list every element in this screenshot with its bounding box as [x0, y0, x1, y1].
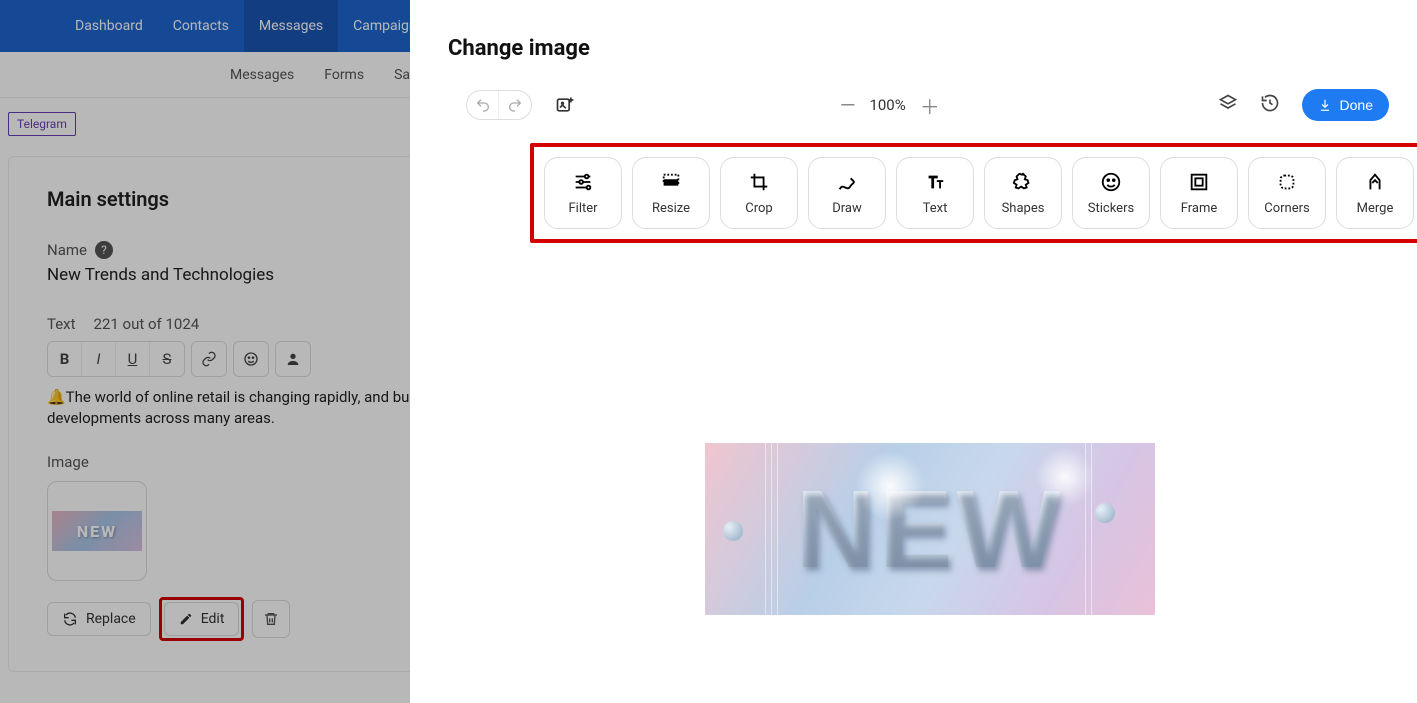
frame-icon	[1188, 171, 1210, 193]
nav-dashboard[interactable]: Dashboard	[60, 0, 158, 52]
image-editor-panel: Change image — 100% ＋	[410, 0, 1417, 703]
strike-button[interactable]: S	[150, 342, 184, 376]
tool-frame[interactable]: Frame	[1160, 157, 1238, 229]
tool-stickers[interactable]: Stickers	[1072, 157, 1150, 229]
tool-corners[interactable]: Corners	[1248, 157, 1326, 229]
editor-toolbar: — 100% ＋ Done	[410, 61, 1417, 121]
canvas-text: NEW	[796, 466, 1065, 593]
bold-button[interactable]: B	[48, 342, 82, 376]
edit-button[interactable]: Edit	[164, 602, 240, 636]
download-icon	[1318, 98, 1332, 112]
italic-button[interactable]: I	[82, 342, 116, 376]
sphere-decoration	[723, 521, 743, 541]
sphere-decoration	[1095, 503, 1115, 523]
channel-chip[interactable]: Telegram	[8, 112, 76, 136]
redo-icon	[507, 97, 523, 113]
zoom-in-button[interactable]: ＋	[920, 91, 940, 120]
subnav-messages[interactable]: Messages	[230, 67, 294, 83]
corners-icon	[1276, 171, 1298, 193]
name-label: Name	[47, 241, 87, 259]
tool-text[interactable]: Text	[896, 157, 974, 229]
tool-crop[interactable]: Crop	[720, 157, 798, 229]
link-button[interactable]	[192, 342, 226, 376]
tool-filter[interactable]: Filter	[544, 157, 622, 229]
done-button[interactable]: Done	[1302, 89, 1389, 121]
nav-messages[interactable]: Messages	[244, 0, 338, 52]
history-icon	[1260, 93, 1280, 113]
lens-flare	[1035, 447, 1095, 507]
layers-button[interactable]	[1218, 93, 1238, 117]
draw-icon	[836, 171, 858, 193]
stickers-icon	[1100, 171, 1122, 193]
editor-title: Change image	[410, 0, 1417, 61]
tool-shapes[interactable]: Shapes	[984, 157, 1062, 229]
tool-draw[interactable]: Draw	[808, 157, 886, 229]
tools-highlight: Filter Resize Crop Draw Text Shapes Stic…	[530, 143, 1417, 243]
subnav-forms[interactable]: Forms	[324, 67, 364, 83]
zoom-value: 100%	[869, 96, 905, 114]
text-counter: 221 out of 1024	[94, 315, 200, 333]
tool-merge[interactable]: Merge	[1336, 157, 1414, 229]
edit-highlight: Edit	[159, 597, 245, 641]
filter-icon	[572, 171, 594, 193]
replace-button[interactable]: Replace	[47, 602, 151, 636]
emoji-icon	[243, 351, 259, 367]
zoom-control: — 100% ＋	[840, 91, 940, 120]
pencil-icon	[179, 612, 193, 626]
history-button[interactable]	[1260, 93, 1280, 117]
underline-button[interactable]: U	[116, 342, 150, 376]
layers-icon	[1218, 93, 1238, 113]
help-icon[interactable]: ?	[95, 241, 113, 259]
nav-contacts[interactable]: Contacts	[158, 0, 244, 52]
text-icon	[924, 171, 946, 193]
thumb-preview: NEW	[52, 511, 142, 551]
tool-resize[interactable]: Resize	[632, 157, 710, 229]
emoji-button[interactable]	[234, 342, 268, 376]
add-image-icon	[555, 95, 575, 115]
delete-button[interactable]	[252, 600, 290, 638]
person-icon	[285, 351, 301, 367]
lens-flare	[855, 451, 925, 521]
image-canvas[interactable]: NEW	[705, 443, 1155, 615]
refresh-icon	[62, 611, 78, 627]
image-thumbnail[interactable]: NEW	[47, 481, 147, 581]
trash-icon	[263, 611, 279, 627]
merge-icon	[1364, 171, 1386, 193]
undo-icon	[475, 97, 491, 113]
zoom-out-button[interactable]: —	[840, 93, 856, 117]
link-icon	[201, 351, 217, 367]
undo-button[interactable]	[467, 91, 499, 119]
crop-icon	[748, 171, 770, 193]
add-image-button[interactable]	[552, 92, 578, 118]
resize-icon	[660, 171, 682, 193]
person-button[interactable]	[276, 342, 310, 376]
redo-button[interactable]	[499, 91, 531, 119]
shapes-icon	[1012, 171, 1034, 193]
text-label: Text	[47, 315, 76, 333]
